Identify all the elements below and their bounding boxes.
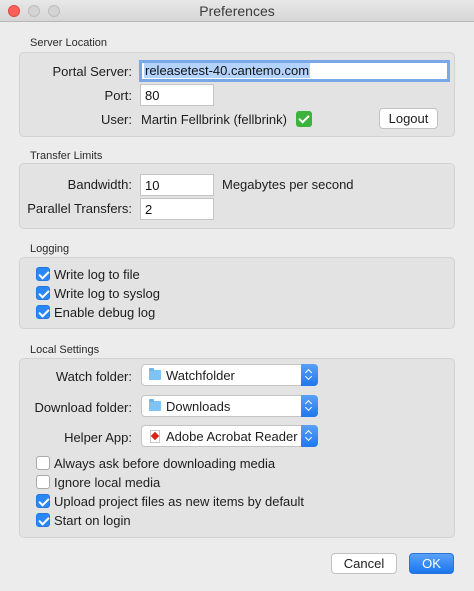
local-settings-heading: Local Settings [30, 344, 100, 356]
watch-folder-value: Watchfolder [166, 368, 235, 383]
watch-folder-popup[interactable]: Watchfolder [141, 364, 318, 386]
debug-log-label: Enable debug log [54, 305, 156, 320]
write-log-syslog-label: Write log to syslog [54, 286, 160, 301]
pdf-icon [150, 430, 160, 443]
bandwidth-unit: Megabytes per second [222, 177, 354, 192]
start-on-login-checkbox[interactable] [36, 513, 50, 527]
always-ask-checkbox[interactable] [36, 456, 50, 470]
bandwidth-label: Bandwidth: [67, 177, 132, 192]
portal-server-label: Portal Server: [52, 64, 132, 79]
upload-project-files-label: Upload project files as new items by def… [54, 494, 305, 509]
user-name: Martin Fellbrink (fellbrink) [141, 112, 287, 127]
port-field[interactable]: 80 [140, 84, 214, 106]
folder-icon [149, 368, 161, 380]
portal-server-field[interactable]: releasetest-40.cantemo.com [139, 60, 450, 82]
title-bar: Preferences [0, 0, 474, 22]
bandwidth-field[interactable]: 10 [140, 174, 214, 196]
server-location-heading: Server Location [30, 37, 108, 49]
popup-arrows-icon [301, 395, 318, 417]
helper-app-label: Helper App: [64, 430, 132, 445]
window-title: Preferences [199, 3, 275, 19]
folder-icon [149, 399, 161, 411]
parallel-transfers-label: Parallel Transfers: [27, 201, 132, 216]
debug-log-checkbox[interactable] [36, 305, 50, 319]
transfer-limits-heading: Transfer Limits [30, 150, 103, 162]
verified-check-icon [296, 111, 312, 127]
logout-button[interactable]: Logout [379, 108, 438, 129]
start-on-login-label: Start on login [54, 513, 131, 528]
logging-heading: Logging [30, 243, 70, 255]
ok-button[interactable]: OK [409, 553, 454, 574]
watch-folder-label: Watch folder: [55, 369, 132, 384]
cancel-button[interactable]: Cancel [331, 553, 397, 574]
write-log-file-label: Write log to file [54, 267, 140, 282]
transfer-limits-group [19, 163, 455, 229]
port-label: Port: [104, 88, 132, 103]
parallel-transfers-field[interactable]: 2 [140, 198, 214, 220]
ignore-local-media-checkbox[interactable] [36, 475, 50, 489]
popup-arrows-icon [301, 425, 318, 447]
download-folder-popup[interactable]: Downloads [141, 395, 318, 417]
ignore-local-media-label: Ignore local media [54, 475, 161, 490]
write-log-syslog-checkbox[interactable] [36, 286, 50, 300]
write-log-file-checkbox[interactable] [36, 267, 50, 281]
user-label: User: [100, 112, 132, 127]
download-folder-label: Download folder: [34, 400, 132, 415]
upload-project-files-checkbox[interactable] [36, 494, 50, 508]
always-ask-label: Always ask before downloading media [54, 456, 276, 471]
helper-app-value: Adobe Acrobat Reader DC [166, 429, 298, 444]
portal-server-value: releasetest-40.cantemo.com [144, 63, 311, 78]
popup-arrows-icon [301, 364, 318, 386]
download-folder-value: Downloads [166, 399, 231, 414]
helper-app-popup[interactable]: Adobe Acrobat Reader DC [141, 425, 318, 447]
